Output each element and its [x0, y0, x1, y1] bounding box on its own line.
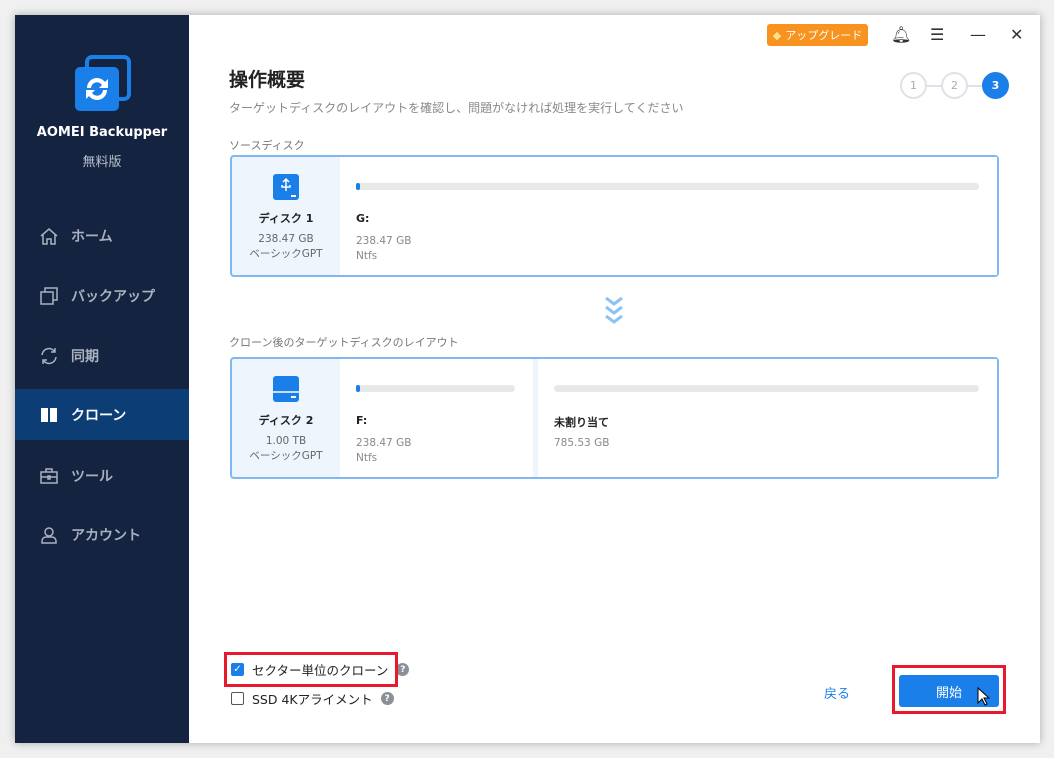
- sidebar-item-label: バックアップ: [71, 288, 155, 305]
- home-icon: [40, 227, 58, 245]
- help-icon[interactable]: ?: [396, 663, 410, 676]
- sidebar-item-tools[interactable]: ツール: [15, 450, 189, 501]
- chevrons-down-icon: [605, 296, 623, 324]
- disk-size: 238.47 GB: [258, 233, 314, 245]
- partition-fs: Ntfs: [356, 250, 378, 262]
- page-subtitle: ターゲットディスクのレイアウトを確認し、問題がなければ処理を実行してください: [229, 101, 684, 115]
- checkbox-unchecked-icon[interactable]: [231, 692, 244, 705]
- disk-size: 1.00 TB: [265, 435, 307, 447]
- sidebar-item-label: 同期: [71, 348, 99, 365]
- partition-size: 238.47 GB: [356, 235, 412, 247]
- disk-name: ディスク 2: [258, 414, 314, 427]
- sidebar-item-backup[interactable]: バックアップ: [15, 270, 189, 321]
- backup-icon: [40, 286, 58, 305]
- sidebar-item-account[interactable]: アカウント: [15, 509, 189, 560]
- disk-type: ベーシックGPT: [249, 450, 323, 462]
- partition-size: 785.53 GB: [554, 437, 610, 449]
- step-2: 2: [941, 72, 968, 99]
- step-3: 3: [982, 72, 1009, 99]
- target-disk-card: ディスク 2 1.00 TB ベーシックGPT F: 238.47 GB Ntfs …: [230, 357, 999, 479]
- partition-unallocated[interactable]: 未割り当て 785.53 GB: [538, 359, 997, 477]
- app-name: AOMEI Backupper: [36, 125, 168, 140]
- help-icon[interactable]: ?: [380, 692, 394, 705]
- app-edition: 無料版: [82, 155, 122, 170]
- disk-name: ディスク 1: [258, 212, 314, 225]
- diamond-icon: ◆: [772, 28, 782, 42]
- sidebar-item-label: アカウント: [71, 527, 141, 544]
- sync-icon: [41, 347, 57, 364]
- sidebar-item-label: ツール: [71, 468, 113, 485]
- partition-fs: Ntfs: [356, 452, 378, 464]
- sidebar-item-label: クローン: [71, 407, 127, 424]
- upgrade-button[interactable]: ◆ アップグレード: [767, 24, 868, 46]
- step-1: 1: [900, 72, 927, 99]
- source-label: ソースディスク: [229, 139, 305, 152]
- partition-name: G:: [356, 212, 370, 225]
- usb-disk-icon: [273, 174, 299, 200]
- toolbox-icon: [40, 467, 58, 484]
- close-icon[interactable]: ✕: [1010, 25, 1023, 44]
- upgrade-label: アップグレード: [785, 29, 863, 42]
- sidebar-item-label: ホーム: [71, 228, 113, 245]
- target-label: クローン後のターゲットディスクのレイアウト: [229, 336, 459, 349]
- usage-bar: [356, 385, 515, 392]
- partition-name: F:: [356, 414, 368, 427]
- menu-icon[interactable]: ☰: [930, 25, 944, 44]
- usage-bar: [554, 385, 979, 392]
- app-window: AOMEI Backupper 無料版 ホーム バックアップ 同期 クローン ツ…: [15, 15, 1040, 743]
- ssd-align-checkbox[interactable]: SSD 4Kアライメント?: [231, 689, 394, 708]
- source-disk-card: ディスク 1 238.47 GB ベーシックGPT G: 238.47 GB Ntf…: [230, 155, 999, 277]
- partition-g[interactable]: G: 238.47 GB Ntfs: [340, 157, 997, 275]
- back-button[interactable]: 戻る: [824, 683, 850, 702]
- sidebar-item-sync[interactable]: 同期: [15, 330, 189, 381]
- bell-icon[interactable]: 🔔︎: [891, 25, 911, 44]
- ssd-align-label: SSD 4Kアライメント: [252, 692, 373, 707]
- minimize-icon[interactable]: —: [970, 25, 986, 44]
- source-disk: ディスク 1 238.47 GB ベーシックGPT: [232, 157, 340, 275]
- partition-f[interactable]: F: 238.47 GB Ntfs: [340, 359, 533, 477]
- page-title: 操作概要: [229, 69, 306, 91]
- sidebar: AOMEI Backupper 無料版 ホーム バックアップ 同期 クローン ツ…: [15, 15, 189, 743]
- sidebar-item-clone[interactable]: クローン: [15, 389, 189, 440]
- partition-name: 未割り当て: [554, 416, 609, 429]
- aomei-logo-icon: [75, 55, 131, 111]
- usage-bar: [356, 183, 979, 190]
- step-indicator: 1 2 3: [900, 72, 1009, 99]
- sidebar-item-home[interactable]: ホーム: [15, 210, 189, 261]
- user-icon: [41, 526, 57, 544]
- mouse-cursor-icon: [977, 687, 991, 706]
- partition-size: 238.47 GB: [356, 437, 412, 449]
- disk-type: ベーシックGPT: [249, 248, 323, 260]
- highlight-box: [224, 652, 398, 687]
- clone-icon: [41, 407, 57, 422]
- hard-disk-icon: [273, 376, 299, 402]
- target-disk: ディスク 2 1.00 TB ベーシックGPT: [232, 359, 340, 477]
